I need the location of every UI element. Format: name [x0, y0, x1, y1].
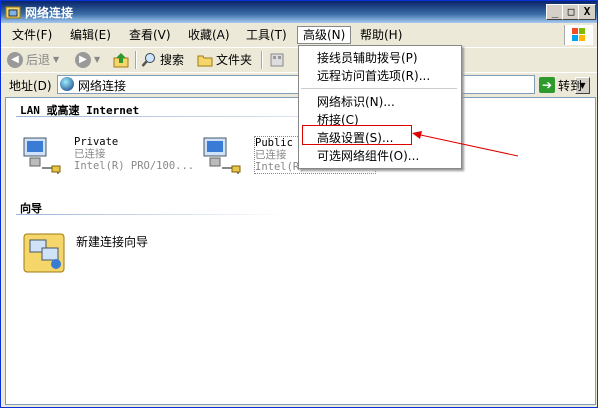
menu-item-remote-access-prefs[interactable]: 远程访问首选项(R)...	[317, 68, 430, 84]
back-button[interactable]: ◀ 后退 ▼	[7, 51, 59, 69]
menu-item-network-id[interactable]: 网络标识(N)...	[317, 94, 395, 110]
close-button[interactable]: X	[578, 4, 596, 20]
window-title: 网络连接	[25, 6, 74, 20]
network-globe-icon	[60, 77, 74, 91]
menu-item-operator-dialing[interactable]: 接线员辅助拨号(P)	[317, 50, 418, 66]
menu-view[interactable]: 查看(V)	[124, 27, 176, 43]
wizard-icon	[23, 233, 65, 273]
group-divider	[16, 214, 286, 215]
go-label: 转到	[558, 78, 583, 93]
network-folder-icon	[5, 6, 21, 19]
menu-edit[interactable]: 编辑(E)	[65, 27, 116, 43]
forward-arrow-icon: ▶	[75, 52, 91, 68]
menu-tools[interactable]: 工具(T)	[241, 27, 292, 43]
menu-advanced[interactable]: 高级(N)	[297, 26, 352, 44]
network-connection-icon	[203, 137, 241, 174]
connection-name: Private	[74, 136, 119, 148]
back-label: 后退	[26, 53, 51, 67]
views-icon	[270, 53, 284, 67]
toolbar-separator	[135, 51, 137, 69]
back-dropdown-icon: ▼	[53, 55, 60, 64]
windows-logo	[564, 25, 593, 45]
back-arrow-icon: ◀	[7, 52, 23, 68]
address-label: 地址(D)	[9, 79, 52, 93]
search-icon	[141, 53, 155, 67]
address-value: 网络连接	[78, 79, 127, 93]
menu-separator	[301, 88, 457, 89]
folders-button[interactable]: 文件夹	[197, 51, 252, 69]
window: 网络连接 _ □ X 文件(F) 编辑(E) 查看(V) 收藏(A) 工具(T)…	[0, 0, 598, 408]
search-label: 搜索	[160, 53, 185, 67]
title-bar: 网络连接 _ □ X	[1, 1, 597, 23]
connection-status: 已连接	[74, 148, 106, 160]
new-connection-wizard[interactable]: 新建连接向导	[22, 230, 172, 278]
windows-flag-icon	[572, 28, 585, 41]
up-button[interactable]	[113, 51, 129, 69]
go-arrow-icon: ➔	[539, 77, 555, 93]
menu-bar: 文件(F) 编辑(E) 查看(V) 收藏(A) 工具(T) 高级(N) 帮助(H…	[1, 24, 597, 46]
address-input[interactable]: 网络连接 ▼	[57, 75, 590, 94]
connection-text: Private 已连接 Intel(R) PRO/100...	[74, 136, 194, 172]
connection-private[interactable]: Private 已连接 Intel(R) PRO/100...	[22, 136, 212, 176]
forward-dropdown-icon: ▼	[94, 55, 101, 64]
menu-favorites[interactable]: 收藏(A)	[183, 27, 235, 43]
folders-label: 文件夹	[216, 53, 253, 67]
forward-button[interactable]: ▶ ▼	[75, 51, 100, 69]
views-button[interactable]	[269, 51, 285, 69]
folder-icon	[197, 55, 213, 67]
wizard-label: 新建连接向导	[76, 235, 149, 249]
folder-up-icon	[113, 53, 129, 68]
search-button[interactable]: 搜索	[141, 51, 184, 69]
annotation-arrow	[412, 131, 519, 157]
menu-help[interactable]: 帮助(H)	[355, 27, 407, 43]
connection-device: Intel(R) PRO/100...	[74, 160, 195, 172]
menu-file[interactable]: 文件(F)	[7, 27, 57, 43]
highlight-box	[302, 125, 412, 145]
network-connection-icon	[23, 137, 61, 174]
toolbar-separator	[261, 51, 263, 69]
go-button[interactable]: ➔ 转到	[539, 76, 582, 94]
